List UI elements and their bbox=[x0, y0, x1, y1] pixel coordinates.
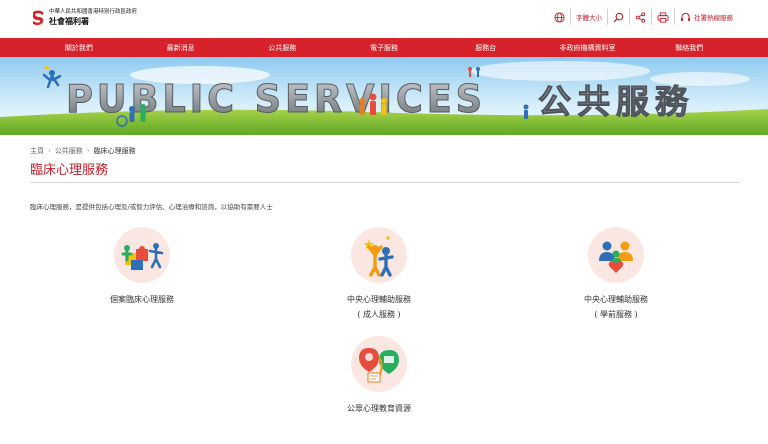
breadcrumb-separator-icon: › bbox=[48, 147, 51, 155]
education-resources-icon bbox=[351, 336, 407, 392]
logo-government-text: 中華人民共和國香港特別行政區政府 bbox=[49, 9, 138, 16]
printer-icon bbox=[657, 11, 669, 23]
breadcrumb-current: 臨床心理服務 bbox=[93, 147, 136, 155]
service-card-label: 個案臨床心理服務 bbox=[110, 295, 174, 304]
puzzle-people-icon bbox=[114, 227, 170, 283]
service-card-sublabel: ( 成人服務 ) bbox=[357, 310, 401, 319]
banner-english-text: PUBLIC SERVICES bbox=[66, 77, 486, 121]
page: 中華人民共和國香港特別行政區政府 社會福利署 字體大小 社署熱線服務 關於我們 … bbox=[0, 0, 768, 444]
font-size-button[interactable]: 字體大小 bbox=[570, 9, 607, 25]
service-card-label: 公眾心理教育資源 bbox=[347, 404, 411, 413]
share-icon bbox=[635, 11, 646, 23]
search-button[interactable] bbox=[607, 9, 629, 25]
hotline-button[interactable]: 社署熱線服務 bbox=[674, 9, 738, 25]
nav-latest-news[interactable]: 最新消息 bbox=[130, 43, 232, 53]
share-button[interactable] bbox=[629, 9, 651, 25]
page-title: 臨床心理服務 bbox=[30, 163, 109, 178]
header: 中華人民共和國香港特別行政區政府 社會福利署 字體大小 社署熱線服務 bbox=[0, 0, 768, 38]
breadcrumb-separator-icon: › bbox=[86, 147, 90, 155]
nav-public-services[interactable]: 公共服務 bbox=[231, 43, 333, 53]
intro-text: 臨床心理服務，是提供包括心理及/或智力評估、心理治療和諮詢，以協助有需要人士 bbox=[30, 203, 273, 211]
breadcrumb-home[interactable]: 主頁 bbox=[30, 146, 44, 156]
globe-icon bbox=[554, 11, 565, 23]
headset-icon bbox=[680, 12, 691, 21]
swd-logo[interactable]: 中華人民共和國香港特別行政區政府 社會福利署 bbox=[30, 9, 137, 27]
service-card-case-clinical[interactable]: 個案臨床心理服務 bbox=[52, 227, 232, 307]
print-button[interactable] bbox=[651, 9, 674, 25]
logo-department-text: 社會福利署 bbox=[49, 16, 89, 26]
language-button[interactable] bbox=[549, 9, 570, 25]
header-tools: 字體大小 社署熱線服務 bbox=[549, 9, 738, 25]
nav-ngo-corner[interactable]: 非政府機構資料室 bbox=[537, 43, 639, 53]
service-card-central-adult[interactable]: 中央心理輔助服務 ( 成人服務 ) bbox=[289, 227, 469, 322]
nav-service-desk[interactable]: 服務台 bbox=[435, 43, 537, 53]
banner-chinese-text: 公共服務 bbox=[538, 82, 694, 121]
service-card-label: 中央心理輔助服務 bbox=[584, 295, 648, 304]
nav-about-us[interactable]: 關於我們 bbox=[28, 43, 130, 53]
main-navigation: 關於我們 最新消息 公共服務 電子服務 服務台 非政府機構資料室 聯絡我們 bbox=[0, 38, 768, 57]
nav-e-services[interactable]: 電子服務 bbox=[333, 43, 435, 53]
breadcrumb-public-services[interactable]: 公共服務 bbox=[55, 146, 83, 156]
search-icon bbox=[613, 12, 624, 22]
breadcrumb: 主頁 › 公共服務 › 臨床心理服務 bbox=[30, 146, 136, 156]
title-divider bbox=[30, 182, 740, 183]
service-card-public-education[interactable]: 公眾心理教育資源 bbox=[289, 336, 469, 416]
public-services-banner: PUBLIC SERVICES 公共服務 bbox=[0, 57, 768, 135]
font-size-label: 字體大小 bbox=[576, 14, 602, 22]
service-card-sublabel: ( 學前服務 ) bbox=[594, 310, 638, 319]
adult-support-icon bbox=[351, 227, 407, 283]
swd-logo-icon bbox=[30, 9, 46, 27]
service-card-label: 中央心理輔助服務 bbox=[347, 295, 411, 304]
nav-contact-us[interactable]: 聯絡我們 bbox=[638, 43, 740, 53]
hotline-label: 社署熱線服務 bbox=[694, 14, 733, 22]
service-card-central-preschool[interactable]: 中央心理輔助服務 ( 學前服務 ) bbox=[526, 227, 706, 322]
family-heart-icon bbox=[588, 227, 644, 283]
